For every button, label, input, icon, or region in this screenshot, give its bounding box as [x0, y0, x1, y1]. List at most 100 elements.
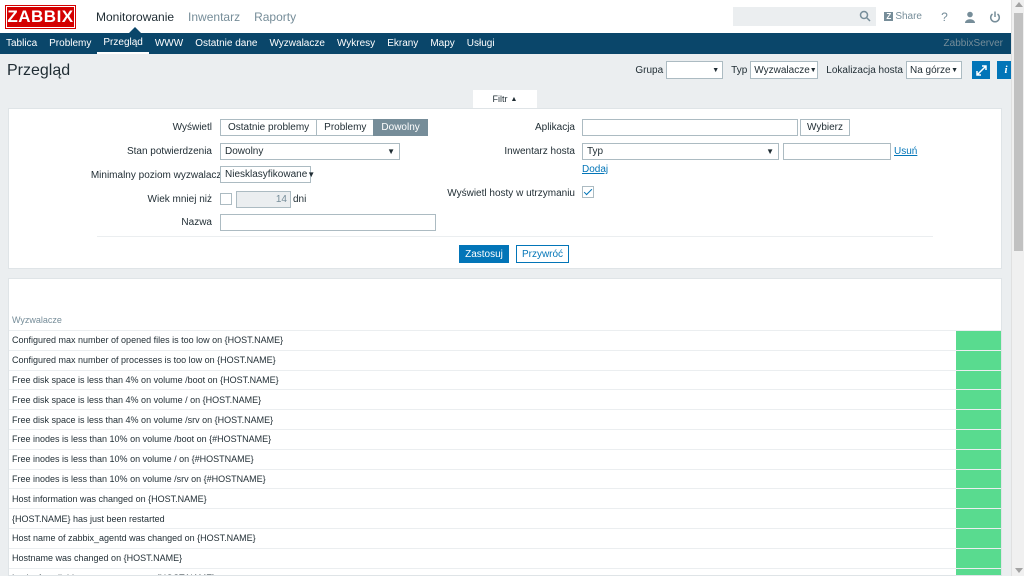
- age-checkbox[interactable]: [220, 193, 232, 205]
- header-controls: Grupa ▼ Typ Wyzwalacze ▼ Lokalizacja hos…: [627, 61, 1015, 79]
- search-box: [733, 7, 877, 26]
- trigger-status-cell[interactable]: [956, 528, 1001, 548]
- add-inventory-link[interactable]: Dodaj: [582, 164, 608, 175]
- sub-navigation: Tablica Problemy Przegląd WWW Ostatnie d…: [0, 33, 1011, 54]
- trigger-status-cell[interactable]: [956, 370, 1001, 390]
- trigger-status-cell[interactable]: [956, 390, 1001, 410]
- type-select[interactable]: Wyzwalacze ▼: [750, 61, 819, 79]
- inventory-field-value: Typ: [587, 146, 604, 157]
- select-application-button[interactable]: Wybierz: [800, 119, 850, 136]
- trigger-name[interactable]: {HOST.NAME} has just been restarted: [12, 514, 165, 524]
- table-row: Free disk space is less than 4% on volum…: [9, 369, 1001, 390]
- trigger-name[interactable]: Host information was changed on {HOST.NA…: [12, 494, 207, 504]
- show-option-last-problems[interactable]: Ostatnie problemy: [220, 119, 318, 136]
- ack-status-select[interactable]: Dowolny ▼: [220, 143, 400, 160]
- trigger-status-cell[interactable]: [956, 489, 1001, 509]
- table-row: Free inodes is less than 10% on volume /…: [9, 428, 1001, 449]
- logout-icon[interactable]: [982, 11, 1007, 23]
- nav-latest-data[interactable]: Ostatnie dane: [189, 33, 263, 54]
- inventory-value-input[interactable]: [783, 143, 891, 160]
- ack-status-value: Dowolny: [225, 146, 264, 157]
- trigger-name[interactable]: Free inodes is less than 10% on volume /…: [12, 434, 271, 444]
- age-unit: dni: [293, 194, 307, 205]
- search-icon[interactable]: [859, 10, 871, 22]
- fullscreen-icon: [975, 64, 987, 76]
- trigger-status-cell[interactable]: [956, 469, 1001, 489]
- trigger-name[interactable]: Configured max number of processes is to…: [12, 355, 276, 365]
- zabbix-logo[interactable]: ZABBIX: [5, 4, 76, 29]
- trigger-status-cell[interactable]: [956, 548, 1001, 568]
- page-scrollbar[interactable]: [1011, 0, 1024, 576]
- trigger-status-cell[interactable]: [956, 350, 1001, 370]
- apply-button[interactable]: Zastosuj: [459, 245, 509, 263]
- nav-triggers[interactable]: Wyzwalacze: [263, 33, 330, 54]
- filter-tab[interactable]: Filtr ▲: [473, 90, 537, 108]
- age-days-input[interactable]: 14: [236, 191, 291, 208]
- name-label: Nazwa: [181, 217, 212, 228]
- table-row: Free inodes is less than 10% on volume /…: [9, 468, 1001, 489]
- server-name: ZabbixServer: [943, 38, 1003, 49]
- table-row: Free disk space is less than 4% on volum…: [9, 389, 1001, 410]
- trigger-name[interactable]: Free disk space is less than 4% on volum…: [12, 375, 279, 385]
- host-location-select[interactable]: Na górze ▼: [906, 61, 962, 79]
- min-severity-label: Minimalny poziom wyzwalacza: [90, 170, 227, 181]
- trigger-name[interactable]: Free disk space is less than 4% on volum…: [12, 395, 261, 405]
- filter-divider: [97, 236, 933, 237]
- nav-dashboard[interactable]: Tablica: [0, 33, 43, 54]
- trigger-name[interactable]: Hostname was changed on {HOST.NAME}: [12, 553, 182, 563]
- table-row: Configured max number of opened files is…: [9, 330, 1001, 350]
- trigger-status-cell[interactable]: [956, 509, 1001, 528]
- reset-button[interactable]: Przywróć: [516, 245, 569, 263]
- filter-panel: Wyświetl Ostatnie problemy Problemy Dowo…: [8, 108, 1002, 269]
- type-label: Typ: [731, 64, 748, 76]
- page-title: Przegląd: [7, 62, 71, 79]
- nav-maps[interactable]: Mapy: [424, 33, 460, 54]
- application-input[interactable]: [582, 119, 798, 136]
- fullscreen-button[interactable]: [972, 61, 990, 79]
- show-option-problems[interactable]: Problemy: [316, 119, 375, 136]
- info-icon: i: [1004, 64, 1008, 76]
- nav-problems[interactable]: Problemy: [43, 33, 97, 54]
- maintenance-checkbox[interactable]: [582, 186, 594, 198]
- host-inventory-label: Inwentarz hosta: [504, 146, 575, 157]
- min-severity-select[interactable]: Niesklasyfikowane ▼: [220, 166, 315, 183]
- chevron-down-icon: ▼: [951, 66, 958, 74]
- trigger-name[interactable]: Host name of zabbix_agentd was changed o…: [12, 533, 256, 543]
- nav-graphs[interactable]: Wykresy: [331, 33, 381, 54]
- remove-inventory-link[interactable]: Usuń: [894, 146, 917, 157]
- nav-screens[interactable]: Ekrany: [381, 33, 424, 54]
- trigger-name[interactable]: Free inodes is less than 10% on volume /…: [12, 474, 266, 484]
- host-location-value: Na górze: [910, 64, 951, 76]
- user-profile-icon[interactable]: [957, 11, 982, 23]
- nav-web[interactable]: WWW: [149, 33, 189, 54]
- trigger-status-cell[interactable]: [956, 410, 1001, 429]
- table-row: Host name of zabbix_agentd was changed o…: [9, 527, 1001, 548]
- group-select[interactable]: ▼: [666, 61, 724, 79]
- share-button[interactable]: Z Share: [884, 11, 922, 22]
- search-input[interactable]: [734, 8, 855, 25]
- scroll-down-icon[interactable]: [1015, 568, 1023, 573]
- help-icon[interactable]: ?: [932, 10, 957, 24]
- age-label: Wiek mniej niż: [147, 194, 212, 205]
- trigger-name[interactable]: Configured max number of opened files is…: [12, 335, 283, 345]
- group-label: Grupa: [635, 64, 664, 76]
- nav-overview[interactable]: Przegląd: [97, 33, 149, 54]
- type-select-value: Wyzwalacze: [754, 64, 810, 76]
- menu-inventory[interactable]: Inwentarz: [181, 0, 247, 33]
- inventory-field-select[interactable]: Typ ▼: [582, 143, 779, 160]
- menu-reports[interactable]: Raporty: [247, 0, 303, 33]
- menu-monitoring[interactable]: Monitorowanie: [89, 0, 181, 33]
- chevron-down-icon: ▼: [307, 170, 316, 179]
- nav-services[interactable]: Usługi: [461, 33, 501, 54]
- scrollbar-thumb[interactable]: [1014, 13, 1023, 251]
- trigger-name[interactable]: Free inodes is less than 10% on volume /…: [12, 454, 254, 464]
- name-input[interactable]: [220, 214, 436, 231]
- trigger-status-cell[interactable]: [956, 449, 1001, 469]
- share-label: Share: [895, 11, 922, 22]
- trigger-name[interactable]: Free disk space is less than 4% on volum…: [12, 415, 273, 425]
- overview-table: Wyzwalacze Configured max number of open…: [8, 278, 1002, 576]
- trigger-status-cell[interactable]: [956, 429, 1001, 449]
- trigger-status-cell[interactable]: [956, 331, 1001, 350]
- trigger-status-cell[interactable]: [956, 568, 1001, 575]
- scroll-up-icon[interactable]: [1015, 2, 1023, 7]
